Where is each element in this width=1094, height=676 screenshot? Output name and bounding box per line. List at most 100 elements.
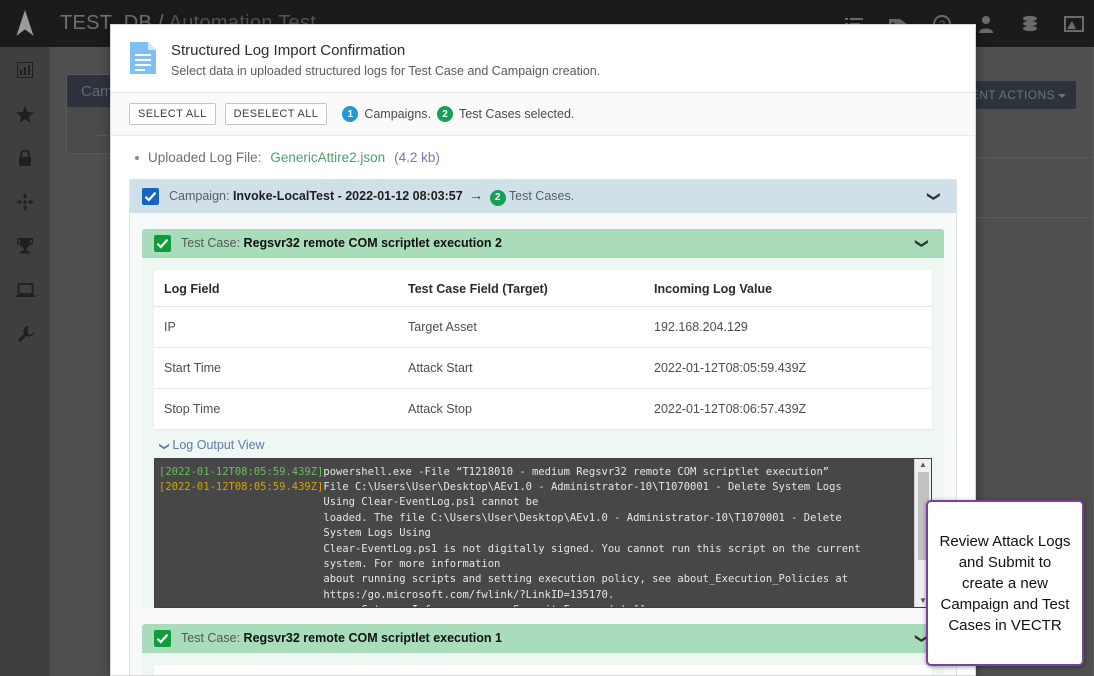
check-icon (144, 191, 157, 202)
log-timestamp (159, 558, 323, 570)
chevron-down-icon[interactable]: ❯ (927, 187, 942, 206)
test-case-label: Test Case: Regsvr32 remote COM scriptlet… (181, 631, 502, 645)
log-timestamp (159, 604, 323, 606)
sidebar-item-security[interactable] (12, 145, 38, 171)
uploaded-filename-link[interactable]: GenericAttire2.json (270, 150, 385, 165)
column-header-log-field: Log Field (154, 269, 398, 307)
star-icon (16, 105, 34, 123)
sidebar-item-targets[interactable] (12, 189, 38, 215)
cell-incoming-value: 192.168.204.129 (644, 306, 932, 348)
cell-log-field: IP (154, 306, 398, 348)
log-line: about running scripts and setting execut… (159, 572, 910, 587)
log-console[interactable]: [2022-01-12T08:05:59.439Z]powershell.exe… (154, 457, 932, 608)
sidebar-item-achievements[interactable] (12, 233, 38, 259)
dialog-title: Structured Log Import Confirmation (171, 42, 406, 59)
test-case-header[interactable]: Test Case: Regsvr32 remote COM scriptlet… (142, 623, 944, 653)
campaign-testcase-count-badge: 2 (489, 189, 506, 206)
column-header-target-field: Test Case Field (Target) (398, 269, 644, 307)
cell-target-field: Target Asset (398, 306, 644, 348)
lock-icon (19, 149, 31, 166)
laptop-icon (15, 282, 35, 297)
log-line: [2022-01-12T08:05:59.439Z]File C:\Users\… (159, 480, 910, 495)
log-message: File C:\Users\User\Desktop\AEv1.0 - Admi… (323, 480, 842, 493)
test-case-name: Regsvr32 remote COM scriptlet execution … (243, 236, 502, 250)
test-case-body: Log Field Test Case Field (Target) Incom… (142, 258, 944, 608)
select-all-button[interactable]: SELECT ALL (129, 103, 216, 125)
cell-target-field: Attack Stop (408, 401, 472, 416)
database-icon[interactable] (1018, 12, 1042, 36)
log-line: Using Clear-EventLog.ps1 cannot be (159, 495, 910, 510)
log-message: system. For more information (323, 557, 501, 570)
log-message: + CategoryInfo : SecurityError: (:) [], (323, 604, 652, 606)
sidebar-item-dashboard[interactable] (12, 57, 38, 83)
test-case-body: Log Field Test Case Field (Target) Incom… (142, 653, 944, 675)
log-message: powershell.exe -File “T1218010 - medium … (323, 465, 830, 478)
check-icon (156, 633, 169, 644)
trophy-icon (17, 238, 33, 254)
log-timestamp (159, 496, 323, 508)
chevron-down-icon[interactable]: ❯ (915, 234, 930, 253)
campaign-count-badge: 1 (342, 106, 359, 122)
user-icon[interactable] (974, 12, 998, 36)
vectr-logo-icon[interactable] (0, 0, 50, 47)
sidebar-item-favorites[interactable] (12, 101, 38, 127)
test-case-checkbox[interactable] (154, 234, 171, 252)
cell-log-field: Start Time (154, 347, 398, 389)
log-timestamp (159, 573, 323, 585)
log-line: System Logs Using (159, 526, 910, 541)
chevron-down-icon (1058, 93, 1066, 98)
test-case-prefix: Test Case: (181, 631, 241, 645)
campaign-prefix: Campaign: (169, 189, 230, 203)
deselect-all-button[interactable]: DESELECT ALL (224, 103, 328, 125)
log-message: Using Clear-EventLog.ps1 cannot be (323, 496, 539, 509)
log-line: https:/go.microsoft.com/fwlink/?LinkID=1… (159, 588, 910, 603)
log-timestamp: [2022-01-12T08:05:59.439Z] (159, 465, 324, 478)
dialog-subtitle: Select data in uploaded structured logs … (171, 64, 601, 78)
crosshair-icon (16, 193, 34, 211)
campaign-header[interactable]: Campaign: Invoke-LocalTest - 2022-01-12 … (130, 180, 956, 213)
table-header-row: Log Field Test Case Field (Target) Incom… (154, 269, 932, 307)
scroll-up-arrow-icon[interactable]: ▲ (919, 460, 927, 469)
selection-status: 1 Campaigns. 2 Test Cases selected. (342, 106, 574, 122)
structured-log-import-dialog: Structured Log Import Confirmation Selec… (110, 24, 976, 676)
log-field-mapping-table: Log Field Test Case Field (Target) Incom… (154, 269, 932, 429)
log-output-view-toggle[interactable]: ❯ Log Output View (154, 429, 932, 458)
dialog-header: Structured Log Import Confirmation Selec… (111, 25, 975, 93)
uploaded-label: Uploaded Log File: (148, 150, 262, 165)
test-case-panel: Test Case: Regsvr32 remote COM scriptlet… (142, 623, 944, 675)
testcase-count-badge: 2 (437, 106, 454, 122)
image-icon[interactable] (1062, 12, 1086, 36)
dialog-body[interactable]: Uploaded Log File: GenericAttire2.json (… (111, 136, 975, 675)
app-sidebar (0, 47, 50, 676)
sidebar-item-systems[interactable] (12, 277, 38, 303)
cell-log-field: Stop Time (164, 401, 221, 416)
test-case-header[interactable]: Test Case: Regsvr32 remote COM scriptlet… (142, 228, 944, 258)
table-row: Stop Time Attack Stop 2022-01-12T08:06:5… (154, 388, 932, 429)
testcase-count-label: Test Cases selected. (459, 107, 575, 121)
test-case-label: Test Case: Regsvr32 remote COM scriptlet… (181, 236, 502, 250)
log-timestamp (159, 543, 323, 555)
campaign-count-label: Campaigns. (364, 107, 432, 121)
log-timestamp: [2022-01-12T08:05:59.439Z] (159, 480, 324, 493)
log-timestamp (159, 512, 323, 524)
test-case-checkbox[interactable] (154, 629, 171, 647)
check-icon (156, 238, 169, 249)
log-message: Clear-EventLog.ps1 is not digitally sign… (323, 542, 861, 555)
cell-incoming-value: 2022-01-12T08:05:59.439Z (644, 347, 932, 389)
log-line: loaded. The file C:\Users\User\Desktop\A… (159, 511, 910, 526)
column-header-incoming-value: Incoming Log Value (644, 664, 932, 675)
cell-target-field: Attack Start (398, 347, 644, 389)
log-line: Clear-EventLog.ps1 is not digitally sign… (159, 542, 910, 557)
log-output-view-label: Log Output View (172, 437, 265, 452)
log-field-mapping-table: Log Field Test Case Field (Target) Incom… (154, 664, 932, 675)
cell-incoming-value: 2022-01-12T08:06:57.439Z (654, 401, 807, 416)
campaign-checkbox[interactable] (142, 187, 159, 205)
campaign-label: Campaign: Invoke-LocalTest - 2022-01-12 … (169, 187, 574, 206)
instruction-callout-text: Review Attack Logs and Submit to create … (939, 532, 1071, 634)
uploaded-log-file-row: Uploaded Log File: GenericAttire2.json (… (129, 150, 957, 165)
sidebar-item-tools[interactable] (12, 321, 38, 347)
log-timestamp (159, 589, 323, 601)
bullet-icon (135, 155, 139, 160)
table-row: Start Time Attack Start 2022-01-12T08:05… (154, 347, 932, 389)
campaign-name: Invoke-LocalTest - 2022-01-12 08:03:57 (232, 189, 463, 203)
